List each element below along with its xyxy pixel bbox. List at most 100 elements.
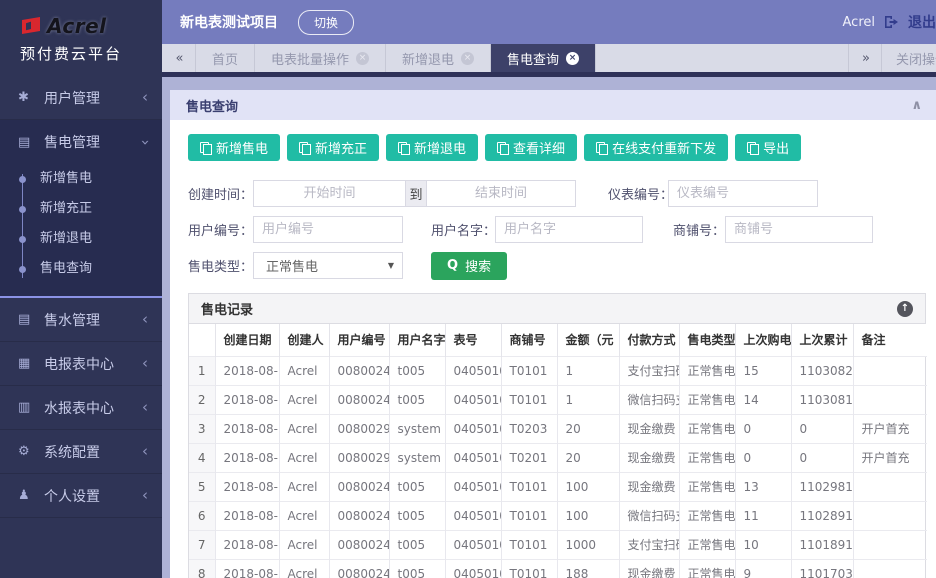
sidebar-subitem[interactable]: 新增退电: [0, 224, 162, 254]
table-row[interactable]: 5 2018-08- Acrel 0080024 t005 04050101 T…: [189, 472, 927, 501]
grid-title-bar: 售电记录 ↑: [189, 294, 925, 324]
column-header: 上次购电: [735, 324, 791, 356]
sale-type-label: 售电类型：: [188, 256, 253, 275]
cell-last-buy: 14: [735, 385, 791, 414]
users-icon: ✱: [18, 90, 42, 105]
search-button[interactable]: Q 搜索: [431, 252, 507, 280]
chevron-down-icon: ▼: [388, 261, 394, 270]
toolbar-button[interactable]: 新增充正: [287, 134, 379, 161]
sidebar-item-personal-settings[interactable]: ♟ 个人设置 ‹: [0, 474, 162, 518]
cell-creator: Acrel: [279, 530, 329, 559]
logout-link[interactable]: 退出: [908, 12, 936, 32]
cell-last-buy: 9: [735, 559, 791, 578]
cell-created-date: 2018-08-: [215, 530, 279, 559]
chevron-left-icon: ‹: [142, 400, 148, 415]
close-operations-menu[interactable]: 关闭操作: [882, 44, 936, 72]
cell-pay-method: 支付宝扫码: [619, 356, 679, 385]
meter-no-label: 仪表编号：: [608, 184, 668, 203]
cell-last-total: 1101703.: [791, 559, 853, 578]
sidebar-item-sale-electric[interactable]: ▤ 售电管理 ‹: [0, 120, 162, 164]
user-no-input[interactable]: [253, 216, 403, 243]
cell-user-name: t005: [389, 501, 445, 530]
scroll-top-icon[interactable]: ↑: [897, 301, 913, 317]
row-number: 6: [189, 501, 215, 530]
table-row[interactable]: 2 2018-08- Acrel 0080024 t005 04050101 T…: [189, 385, 927, 414]
shop-no-input[interactable]: [725, 216, 873, 243]
cell-user-no: 0080024: [329, 530, 389, 559]
tab-sale-query[interactable]: 售电查询 ×: [491, 44, 596, 72]
close-icon[interactable]: ×: [461, 52, 474, 65]
to-separator: 到: [406, 180, 426, 207]
sidebar-item-sale-water[interactable]: ▤ 售水管理 ‹: [0, 298, 162, 342]
close-icon[interactable]: ×: [356, 52, 369, 65]
toolbar-button[interactable]: 查看详细: [485, 134, 577, 161]
sidebar-item-electric-report[interactable]: ▦ 电报表中心 ‹: [0, 342, 162, 386]
brand-subtitle: 预付费云平台: [20, 43, 162, 64]
close-icon[interactable]: ×: [566, 52, 579, 65]
user-name-input[interactable]: [495, 216, 643, 243]
toolbar-button[interactable]: 导出: [735, 134, 801, 161]
sidebar-subitem[interactable]: 新增充正: [0, 194, 162, 224]
tab-new-refund[interactable]: 新增退电 ×: [386, 44, 491, 72]
top-header: 新电表测试项目 切换 Acrel 退出: [162, 0, 936, 44]
sidebar-group-sale-electric: ▤ 售电管理 ‹ 新增售电 新增充正 新增退电: [0, 120, 162, 298]
toolbar-button[interactable]: 新增售电: [188, 134, 280, 161]
cell-sale-type: 正常售电: [679, 356, 735, 385]
cell-pay-method: 现金缴费: [619, 559, 679, 578]
water-report-icon: ▥: [18, 400, 42, 415]
chevron-left-icon: ‹: [142, 356, 148, 371]
cell-amount: 1: [557, 385, 619, 414]
tab-bar: « 首页 电表批量操作 × 新增退电 × 售电查询 × » 关闭操作: [162, 44, 936, 72]
cell-shop-no: T0201: [501, 443, 557, 472]
table-row[interactable]: 3 2018-08- Acrel 0080029 system 04050102…: [189, 414, 927, 443]
tab-meter-batch-ops[interactable]: 电表批量操作 ×: [255, 44, 386, 72]
table-row[interactable]: 6 2018-08- Acrel 0080024 t005 04050101 T…: [189, 501, 927, 530]
meter-no-input[interactable]: [668, 180, 818, 207]
cell-created-date: 2018-08-: [215, 472, 279, 501]
sidebar-subitem[interactable]: 新增售电: [0, 164, 162, 194]
tabs-scroll-left-icon[interactable]: «: [162, 44, 196, 72]
switch-project-button[interactable]: 切换: [298, 10, 354, 35]
cell-creator: Acrel: [279, 443, 329, 472]
cell-created-date: 2018-08-: [215, 356, 279, 385]
gear-icon: ⚙: [18, 444, 42, 459]
sidebar-item-system-config[interactable]: ⚙ 系统配置 ‹: [0, 430, 162, 474]
collapse-panel-icon[interactable]: ∧: [911, 98, 922, 113]
column-header: 上次累计: [791, 324, 853, 356]
document-icon: [747, 142, 756, 153]
cell-note: 开户首充: [853, 443, 927, 472]
user-no-label: 用户编号：: [188, 220, 253, 239]
cell-sale-type: 正常售电: [679, 559, 735, 578]
column-header: 表号: [445, 324, 501, 356]
sidebar-item-water-report[interactable]: ▥ 水报表中心 ‹: [0, 386, 162, 430]
created-time-label: 创建时间：: [188, 184, 253, 203]
sidebar-item-user-management[interactable]: ✱ 用户管理 ‹: [0, 76, 162, 120]
toolbar-button[interactable]: 新增退电: [386, 134, 478, 161]
sale-type-select[interactable]: 正常售电 ▼: [253, 252, 403, 279]
cell-user-no: 0080024: [329, 501, 389, 530]
logout-icon[interactable]: [884, 15, 899, 29]
cell-created-date: 2018-08-: [215, 559, 279, 578]
table-row[interactable]: 4 2018-08- Acrel 0080029 system 04050102…: [189, 443, 927, 472]
table-row[interactable]: 7 2018-08- Acrel 0080024 t005 04050101 T…: [189, 530, 927, 559]
row-number: 5: [189, 472, 215, 501]
table-row[interactable]: 1 2018-08- Acrel 0080024 t005 04050101 T…: [189, 356, 927, 385]
cell-note: [853, 356, 927, 385]
end-time-input[interactable]: [426, 180, 576, 207]
cell-note: [853, 472, 927, 501]
tabs-scroll-right-icon[interactable]: »: [848, 44, 882, 72]
start-time-input[interactable]: [253, 180, 406, 207]
toolbar-button[interactable]: 在线支付重新下发: [584, 134, 728, 161]
cell-amount: 188: [557, 559, 619, 578]
cell-pay-method: 现金缴费: [619, 472, 679, 501]
panel-header: 售电查询 ∧: [170, 90, 936, 120]
cell-pay-method: 微信扫码支: [619, 501, 679, 530]
cell-meter-no: 04050101: [445, 530, 501, 559]
sidebar-subitem[interactable]: 售电查询: [0, 254, 162, 284]
column-header: 用户名字: [389, 324, 445, 356]
cell-meter-no: 04050101: [445, 559, 501, 578]
table-row[interactable]: 8 2018-08- Acrel 0080024 t005 04050101 T…: [189, 559, 927, 578]
cell-amount: 20: [557, 414, 619, 443]
tab-home[interactable]: 首页: [196, 44, 255, 72]
cell-sale-type: 正常售电: [679, 530, 735, 559]
